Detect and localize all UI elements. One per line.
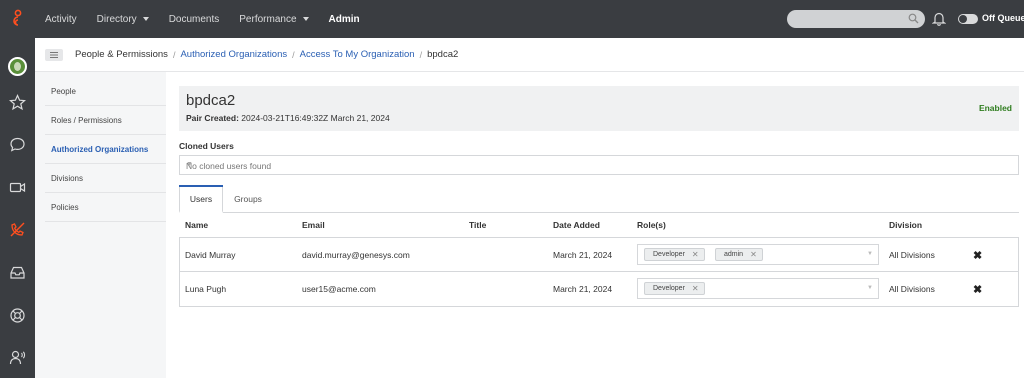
page-title: bpdca2	[186, 92, 236, 109]
column-header-title[interactable]: Title	[469, 220, 486, 230]
column-header-roles[interactable]: Role(s)	[637, 220, 666, 230]
tab-bar: Users Groups	[179, 185, 1019, 213]
role-tag: Developer ✕	[644, 282, 705, 295]
users-table: David Murray david.murray@genesys.com Ma…	[179, 237, 1019, 307]
roles-multiselect[interactable]: Developer ✕ admin ✕ ▼	[637, 244, 879, 265]
cell-email: user15@acme.com	[302, 284, 376, 294]
role-tag: admin ✕	[715, 248, 763, 261]
left-icon-bar	[0, 38, 35, 378]
top-nav: Activity Directory Documents Performance…	[45, 0, 380, 38]
pair-created-value: 2024-03-21T16:49:32Z March 21, 2024	[241, 113, 390, 123]
tab-users[interactable]: Users	[179, 185, 223, 213]
cell-email: david.murray@genesys.com	[302, 250, 410, 260]
chevron-down-icon	[302, 17, 309, 21]
breadcrumb-separator: /	[419, 49, 423, 60]
table-row: Luna Pugh user15@acme.com March 21, 2024…	[180, 272, 1018, 306]
main-content: bpdca2 Pair Created: 2024-03-21T16:49:32…	[166, 72, 1024, 378]
section-sidebar: People Roles / Permissions Authorized Or…	[35, 72, 200, 378]
nav-admin[interactable]: Admin	[329, 14, 360, 25]
tab-groups[interactable]: Groups	[223, 185, 273, 213]
help-icon[interactable]	[8, 306, 27, 325]
top-bar: Activity Directory Documents Performance…	[0, 0, 1024, 38]
nav-activity[interactable]: Activity	[45, 14, 77, 25]
cell-name: Luna Pugh	[185, 284, 227, 294]
global-search-input[interactable]	[787, 10, 925, 28]
chevron-down-icon	[142, 17, 149, 21]
video-icon[interactable]	[8, 178, 27, 197]
cell-division: All Divisions	[889, 284, 935, 294]
inbox-icon[interactable]	[8, 263, 27, 282]
breadcrumb-separator: /	[172, 49, 176, 60]
column-header-division[interactable]: Division	[889, 220, 922, 230]
avatar[interactable]	[8, 57, 27, 76]
breadcrumb-root: People & Permissions	[75, 49, 168, 60]
chat-icon[interactable]	[8, 135, 27, 154]
nav-performance[interactable]: Performance	[239, 14, 309, 25]
hamburger-icon	[50, 51, 58, 58]
remove-user-icon[interactable]: ✖	[973, 283, 982, 296]
breadcrumb-current: bpdca2	[427, 49, 459, 60]
queue-status-label: Off Queue	[982, 13, 1024, 23]
genesys-logo-icon[interactable]	[0, 0, 35, 38]
remove-role-icon[interactable]: ✕	[692, 250, 699, 259]
column-header-name[interactable]: Name	[185, 220, 208, 230]
toggle-knob	[959, 15, 967, 23]
remove-role-icon[interactable]: ✕	[692, 284, 699, 293]
column-header-email[interactable]: Email	[302, 220, 325, 230]
star-icon[interactable]	[8, 93, 27, 112]
breadcrumb-authorized-orgs[interactable]: Authorized Organizations	[180, 49, 287, 60]
org-header-card: bpdca2 Pair Created: 2024-03-21T16:49:32…	[179, 86, 1019, 131]
cell-division: All Divisions	[889, 250, 935, 260]
dropdown-arrow-icon: ▼	[186, 161, 193, 168]
dropdown-arrow-icon: ▼	[867, 285, 873, 291]
cloned-users-select[interactable]: No cloned users found ▼	[179, 155, 1019, 175]
table-row: David Murray david.murray@genesys.com Ma…	[180, 238, 1018, 272]
pair-created-line: Pair Created: 2024-03-21T16:49:32Z March…	[186, 113, 390, 123]
bell-icon[interactable]	[931, 11, 947, 28]
breadcrumb-access-to-my-org[interactable]: Access To My Organization	[300, 49, 415, 60]
column-header-date-added[interactable]: Date Added	[553, 220, 600, 230]
remove-role-icon[interactable]: ✕	[750, 250, 757, 259]
search-icon	[908, 13, 919, 26]
menu-toggle-button[interactable]	[45, 48, 63, 61]
breadcrumb-separator: /	[292, 49, 295, 60]
people-voice-icon[interactable]	[8, 348, 27, 367]
nav-directory[interactable]: Directory	[97, 14, 149, 25]
role-tag: Developer ✕	[644, 248, 705, 261]
pair-created-label: Pair Created:	[186, 113, 239, 123]
dropdown-arrow-icon: ▼	[867, 251, 873, 257]
cell-date-added: March 21, 2024	[553, 284, 613, 294]
breadcrumb: People & Permissions / Authorized Organi…	[35, 38, 1024, 72]
phone-slash-icon[interactable]	[8, 220, 27, 239]
remove-user-icon[interactable]: ✖	[973, 249, 982, 262]
cell-date-added: March 21, 2024	[553, 250, 613, 260]
queue-toggle[interactable]	[958, 14, 978, 24]
status-badge: Enabled	[978, 103, 1012, 113]
cloned-users-label: Cloned Users	[179, 141, 234, 151]
roles-multiselect[interactable]: Developer ✕ ▼	[637, 278, 879, 299]
cell-name: David Murray	[185, 250, 236, 260]
nav-documents[interactable]: Documents	[169, 14, 220, 25]
